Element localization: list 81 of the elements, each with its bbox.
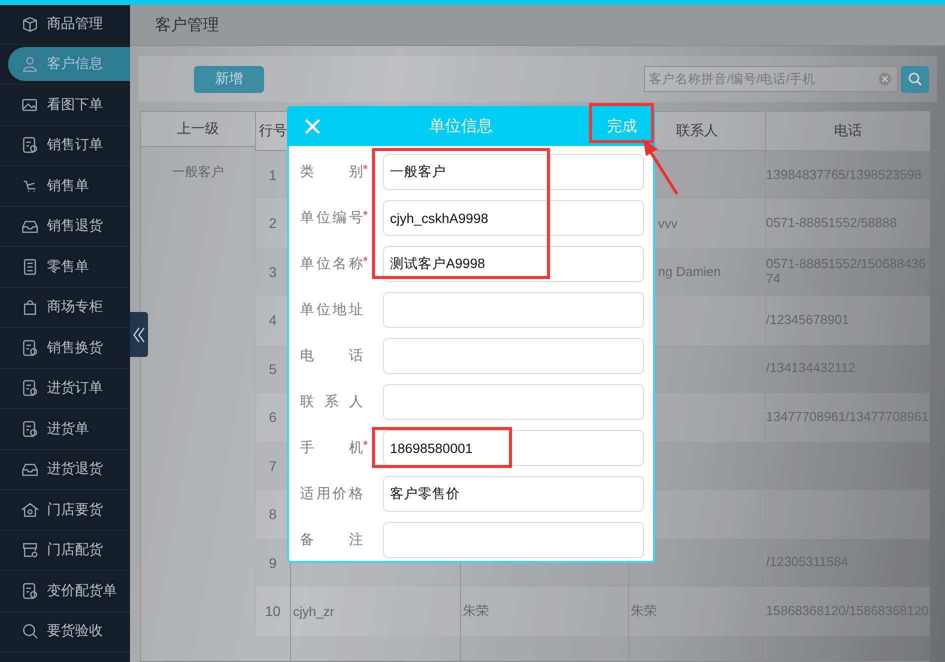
table-cell: 9 <box>268 554 277 571</box>
close-icon[interactable] <box>304 118 321 134</box>
sidebar-item[interactable]: 销售单 <box>8 168 130 203</box>
sidebar-item[interactable]: 商场专柜 <box>8 290 130 324</box>
table-cell: 10 <box>264 603 281 620</box>
sidebar-item[interactable]: 门店要货 <box>8 492 130 527</box>
input-field[interactable] <box>383 384 644 420</box>
table-cell: 朱荣 <box>463 603 489 618</box>
document-icon <box>21 420 39 438</box>
input-field[interactable]: 18698580001 <box>383 430 644 466</box>
sidebar-item[interactable]: 要货验收 <box>8 614 130 648</box>
field-label: 单位编号 <box>300 209 363 227</box>
table-cell: 8 <box>268 506 277 522</box>
store-icon <box>21 541 39 560</box>
sidebar-item[interactable]: 零售单 <box>8 250 130 284</box>
list-icon <box>21 258 39 276</box>
table-cell: 7 <box>268 458 277 474</box>
document-icon <box>21 582 39 600</box>
page-title: 客户管理 <box>155 16 219 36</box>
field-label: 适用价格 <box>300 485 363 503</box>
required-mark: * <box>363 162 368 176</box>
sidebar-item[interactable]: 变价配货单 <box>8 574 130 608</box>
table-cell: 0571-88851552/58888 <box>766 214 897 230</box>
table-cell: 4 <box>268 312 277 328</box>
field-label: 单位地址 <box>300 301 363 319</box>
arrow <box>640 137 680 197</box>
input-field[interactable] <box>383 522 644 558</box>
sidebar-item[interactable]: 销售订单 <box>8 128 130 162</box>
table-cell: 1 <box>268 167 277 183</box>
field-label: 电话 <box>300 347 363 365</box>
sidebar-item[interactable]: 销售换货 <box>8 330 130 365</box>
table-cell: 3 <box>268 264 277 280</box>
column-header: 电话 <box>834 122 862 138</box>
table-cell: 一般客户 <box>172 164 224 179</box>
table-cell: ng Damien <box>658 264 721 280</box>
bag-icon <box>21 298 39 316</box>
field-label: 手机 <box>300 439 363 457</box>
input-field[interactable]: cjyh_cskhA9998 <box>383 200 644 236</box>
required-mark: * <box>363 254 368 268</box>
required-mark: * <box>363 208 368 222</box>
box-icon <box>21 14 39 33</box>
dialog-title: 单位信息 <box>428 116 494 136</box>
search-icon <box>907 71 923 87</box>
table-cell: cjyh_zr <box>293 604 334 619</box>
person-icon <box>21 55 39 74</box>
input-field[interactable] <box>383 292 644 328</box>
table-cell: vvv <box>658 216 678 231</box>
search-button[interactable] <box>901 66 929 92</box>
field-label: 备注 <box>300 531 363 549</box>
table-cell: 13477708961/13477708961 <box>766 408 929 424</box>
sidebar-item[interactable]: 进货退货 <box>8 452 130 486</box>
table-cell: 6 <box>268 409 277 426</box>
input-field[interactable]: 客户零售价 <box>383 476 644 512</box>
required-mark: * <box>363 438 368 452</box>
input-field[interactable]: 一般客户 <box>383 154 644 190</box>
table-cell: 2 <box>268 215 277 232</box>
sidebar-item[interactable]: 销售退货 <box>8 209 130 244</box>
document-icon <box>21 379 39 398</box>
field-label: 联系人 <box>300 393 363 411</box>
sidebar-item[interactable]: 进货单 <box>8 412 130 446</box>
column-header: 联系人 <box>676 122 718 138</box>
field-label: 单位名称 <box>300 255 363 273</box>
table-cell: 朱荣 <box>631 603 657 618</box>
table-cell: 5 <box>268 360 277 377</box>
sidebar-item[interactable]: 进货订单 <box>8 371 130 406</box>
field-label: 类别 <box>300 163 363 181</box>
document-icon <box>21 338 39 357</box>
highlight-box <box>589 103 654 143</box>
clear-icon[interactable] <box>878 72 892 86</box>
input-field[interactable]: 测试客户A9998 <box>383 246 644 282</box>
sidebar-item[interactable]: 门店配货 <box>8 533 130 568</box>
column-header: 行号 <box>259 122 287 138</box>
input-field[interactable] <box>383 338 644 374</box>
sidebar-item[interactable]: 看图下单 <box>8 88 130 122</box>
house-icon <box>21 500 39 519</box>
column-header: 上一级 <box>177 120 219 138</box>
collapse-button[interactable] <box>130 312 148 357</box>
table-cell: /12345678901 <box>766 312 850 327</box>
sidebar-item[interactable]: 商品管理 <box>8 6 130 41</box>
search-icon <box>21 622 39 640</box>
document-icon <box>21 136 39 154</box>
